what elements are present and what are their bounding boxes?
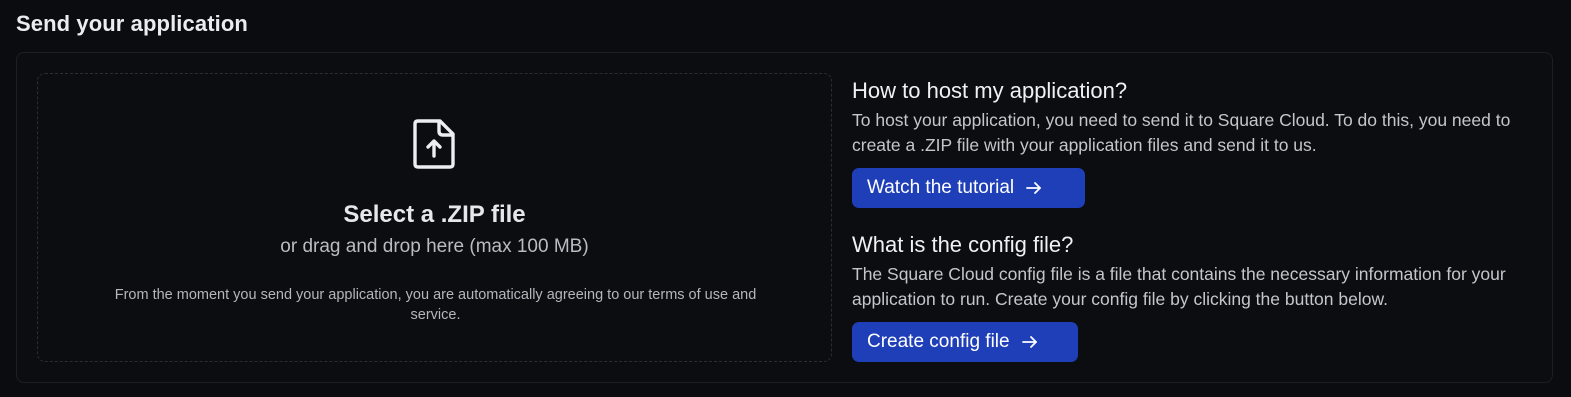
arrow-right-icon <box>1021 336 1037 348</box>
config-heading: What is the config file? <box>852 232 1074 257</box>
host-description: To host your application, you need to se… <box>852 110 1511 155</box>
host-heading: How to host my application? <box>852 78 1128 103</box>
watch-tutorial-label: Watch the tutorial <box>867 177 1015 198</box>
dropzone-subtitle: or drag and drop here (max 100 MB) <box>280 236 589 257</box>
file-dropzone[interactable]: Select a .ZIP file or drag and drop here… <box>37 73 832 362</box>
dropzone-title: Select a .ZIP file <box>343 201 526 228</box>
watch-tutorial-button[interactable]: Watch the tutorial <box>852 168 1085 208</box>
file-upload-icon <box>413 119 455 169</box>
upload-card: Select a .ZIP file or drag and drop here… <box>16 52 1553 383</box>
create-config-button[interactable]: Create config file <box>852 322 1078 362</box>
arrow-right-icon <box>1026 182 1042 194</box>
page-title: Send your application <box>16 11 248 36</box>
create-config-label: Create config file <box>867 331 1010 352</box>
config-description: The Square Cloud config file is a file t… <box>852 264 1506 309</box>
terms-note: From the moment you send your applicatio… <box>114 287 757 323</box>
